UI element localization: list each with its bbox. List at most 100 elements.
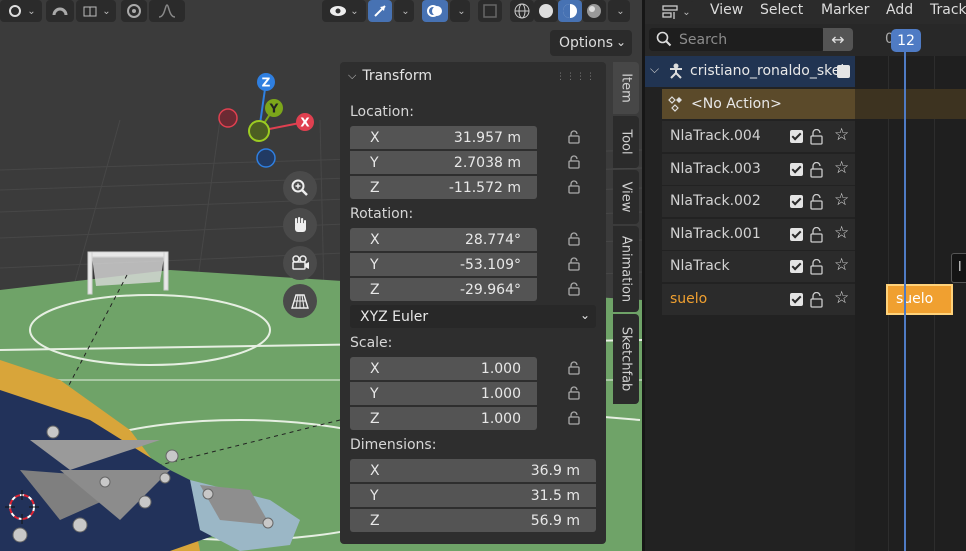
object-enable-checkbox[interactable] (837, 65, 850, 78)
gizmo-toggle-button[interactable] (368, 0, 392, 22)
snap-menu-button[interactable]: ⌄ (0, 0, 42, 22)
lock-rotation-z-icon[interactable] (568, 282, 580, 296)
track-enable-checkbox[interactable] (790, 195, 803, 208)
hand-icon (295, 217, 306, 232)
zoom-button[interactable] (283, 171, 317, 205)
track-name: NlaTrack.003 (670, 161, 761, 177)
scale-z-field[interactable]: Z 1.000 (350, 407, 537, 430)
gizmo-menu-button[interactable]: ⌄ (394, 0, 414, 22)
unlock-icon[interactable] (810, 227, 824, 243)
material-shading-button[interactable] (558, 0, 582, 22)
editor-type-button[interactable]: ⌄ (657, 1, 695, 23)
pivot-button[interactable] (121, 0, 147, 22)
overlays-icon (427, 5, 442, 17)
expand-arrow-icon[interactable]: ⌵ (650, 62, 659, 77)
solo-star-icon[interactable]: ☆ (834, 190, 849, 210)
gizmo-z-label[interactable]: Z (262, 76, 271, 90)
menu-track[interactable]: Track (930, 2, 966, 18)
tab-sketchfab[interactable]: Sketchfab (613, 314, 639, 404)
unlock-icon[interactable] (810, 259, 824, 275)
3d-viewport[interactable]: Z X Y ⌄ ⌄ ⌄ ⌄ ⌄ ⌄ Options ⌄ ⌵ Transform … (0, 0, 642, 551)
unlock-icon[interactable] (810, 292, 824, 308)
gizmo-y-label[interactable]: Y (269, 102, 279, 116)
rotation-x-field[interactable]: X 28.774° (350, 228, 537, 251)
rotation-y-field[interactable]: Y -53.109° (350, 253, 537, 276)
dimensions-z-field[interactable]: Z 56.9 m (350, 509, 596, 532)
lock-scale-x-icon[interactable] (568, 361, 580, 375)
search-input[interactable]: Search (649, 28, 824, 51)
transform-panel-header[interactable]: ⌵ Transform (348, 68, 432, 84)
transform-panel: ⌵ Transform ⋮⋮⋮⋮ Location: X 31.957 m Y 2.… (340, 62, 606, 544)
solo-star-icon[interactable]: ☆ (834, 125, 849, 145)
pan-button[interactable] (283, 208, 317, 242)
axis-label: X (370, 129, 380, 146)
scale-x-field[interactable]: X 1.000 (350, 357, 537, 380)
lock-location-z-icon[interactable] (568, 180, 580, 194)
visibility-button[interactable]: ⌄ (322, 0, 366, 22)
camera-view-button[interactable] (283, 246, 317, 280)
menu-select[interactable]: Select (760, 2, 803, 18)
xray-button[interactable] (478, 0, 502, 22)
unlock-icon[interactable] (810, 194, 824, 210)
lock-scale-y-icon[interactable] (568, 386, 580, 400)
unlock-icon[interactable] (810, 129, 824, 145)
dimensions-y-field[interactable]: Y 31.5 m (350, 484, 596, 507)
track-row-active[interactable]: suelo ☆ (662, 284, 855, 315)
lock-location-y-icon[interactable] (568, 155, 580, 169)
action-row[interactable]: <No Action> (662, 89, 855, 119)
wireframe-shading-button[interactable] (510, 0, 534, 22)
solo-star-icon[interactable]: ☆ (834, 288, 849, 308)
tab-tool[interactable]: Tool (613, 116, 639, 168)
track-name: NlaTrack.002 (670, 193, 761, 209)
snap-target-button[interactable]: ⌄ (76, 0, 116, 22)
track-enable-checkbox[interactable] (790, 130, 803, 143)
lock-scale-z-icon[interactable] (568, 411, 580, 425)
track-enable-checkbox[interactable] (790, 260, 803, 273)
proportional-editing-button[interactable] (46, 0, 74, 22)
options-dropdown[interactable]: Options ⌄ (550, 30, 632, 56)
gizmo-x-label[interactable]: X (300, 116, 310, 130)
swap-filter-button[interactable]: ↔ (823, 28, 853, 51)
menu-marker[interactable]: Marker (821, 2, 869, 18)
shading-menu-button[interactable]: ⌄ (608, 0, 630, 22)
playhead[interactable] (904, 30, 906, 551)
menu-add[interactable]: Add (886, 2, 913, 18)
rotation-mode-dropdown[interactable]: XYZ Euler ⌄ (350, 305, 596, 328)
track-enable-checkbox[interactable] (790, 228, 803, 241)
object-channel-row[interactable]: ⌵ cristiano_ronaldo_skel (645, 56, 855, 87)
overlays-toggle-button[interactable] (422, 0, 448, 22)
location-y-field[interactable]: Y 2.7038 m (350, 151, 537, 174)
solid-shading-button[interactable] (534, 0, 558, 22)
current-frame-badge[interactable]: 12 (891, 29, 921, 52)
lock-rotation-y-icon[interactable] (568, 257, 580, 271)
overlays-menu-button[interactable]: ⌄ (450, 0, 470, 22)
lock-location-x-icon[interactable] (568, 130, 580, 144)
drag-grip-icon[interactable]: ⋮⋮⋮⋮ (556, 72, 596, 82)
tab-animation[interactable]: Animation (613, 226, 639, 312)
menu-view[interactable]: View (710, 2, 743, 18)
rendered-sphere-icon (587, 4, 601, 18)
location-z-field[interactable]: Z -11.572 m (350, 176, 537, 199)
perspective-toggle-button[interactable] (283, 284, 317, 318)
solo-star-icon[interactable]: ☆ (834, 255, 849, 275)
rotation-z-field[interactable]: Z -29.964° (350, 278, 537, 301)
unlock-icon[interactable] (810, 162, 824, 178)
tab-item[interactable]: Item (613, 62, 639, 114)
track-row[interactable]: NlaTrack.002 ☆ (662, 186, 855, 217)
solo-star-icon[interactable]: ☆ (834, 158, 849, 178)
track-enable-checkbox[interactable] (790, 293, 803, 306)
tab-view[interactable]: View (613, 170, 639, 224)
dimensions-x-field[interactable]: X 36.9 m (350, 459, 596, 482)
location-x-field[interactable]: X 31.957 m (350, 126, 537, 149)
nla-strip[interactable]: suelo (886, 284, 953, 315)
track-enable-checkbox[interactable] (790, 163, 803, 176)
lock-rotation-x-icon[interactable] (568, 232, 580, 246)
track-row[interactable]: NlaTrack.004 ☆ (662, 121, 855, 152)
track-row[interactable]: NlaTrack.001 ☆ (662, 219, 855, 250)
scale-y-field[interactable]: Y 1.000 (350, 382, 537, 405)
track-row[interactable]: NlaTrack.003 ☆ (662, 154, 855, 185)
falloff-button[interactable] (149, 0, 185, 22)
solo-star-icon[interactable]: ☆ (834, 223, 849, 243)
rendered-shading-button[interactable] (582, 0, 606, 22)
track-row[interactable]: NlaTrack ☆ (662, 251, 855, 282)
